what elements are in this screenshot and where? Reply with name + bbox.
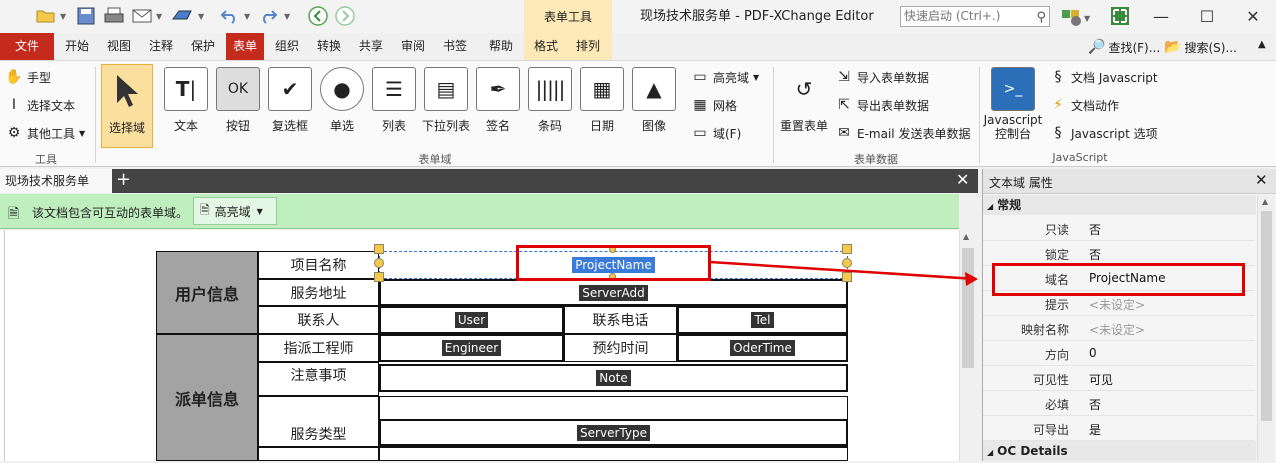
annotation-box-field <box>516 245 711 281</box>
annotation-arrow-head <box>965 272 978 286</box>
annotation-overlay <box>516 245 1245 296</box>
annotation-arrow-line <box>709 260 977 281</box>
annotation-box-property <box>992 263 1245 296</box>
